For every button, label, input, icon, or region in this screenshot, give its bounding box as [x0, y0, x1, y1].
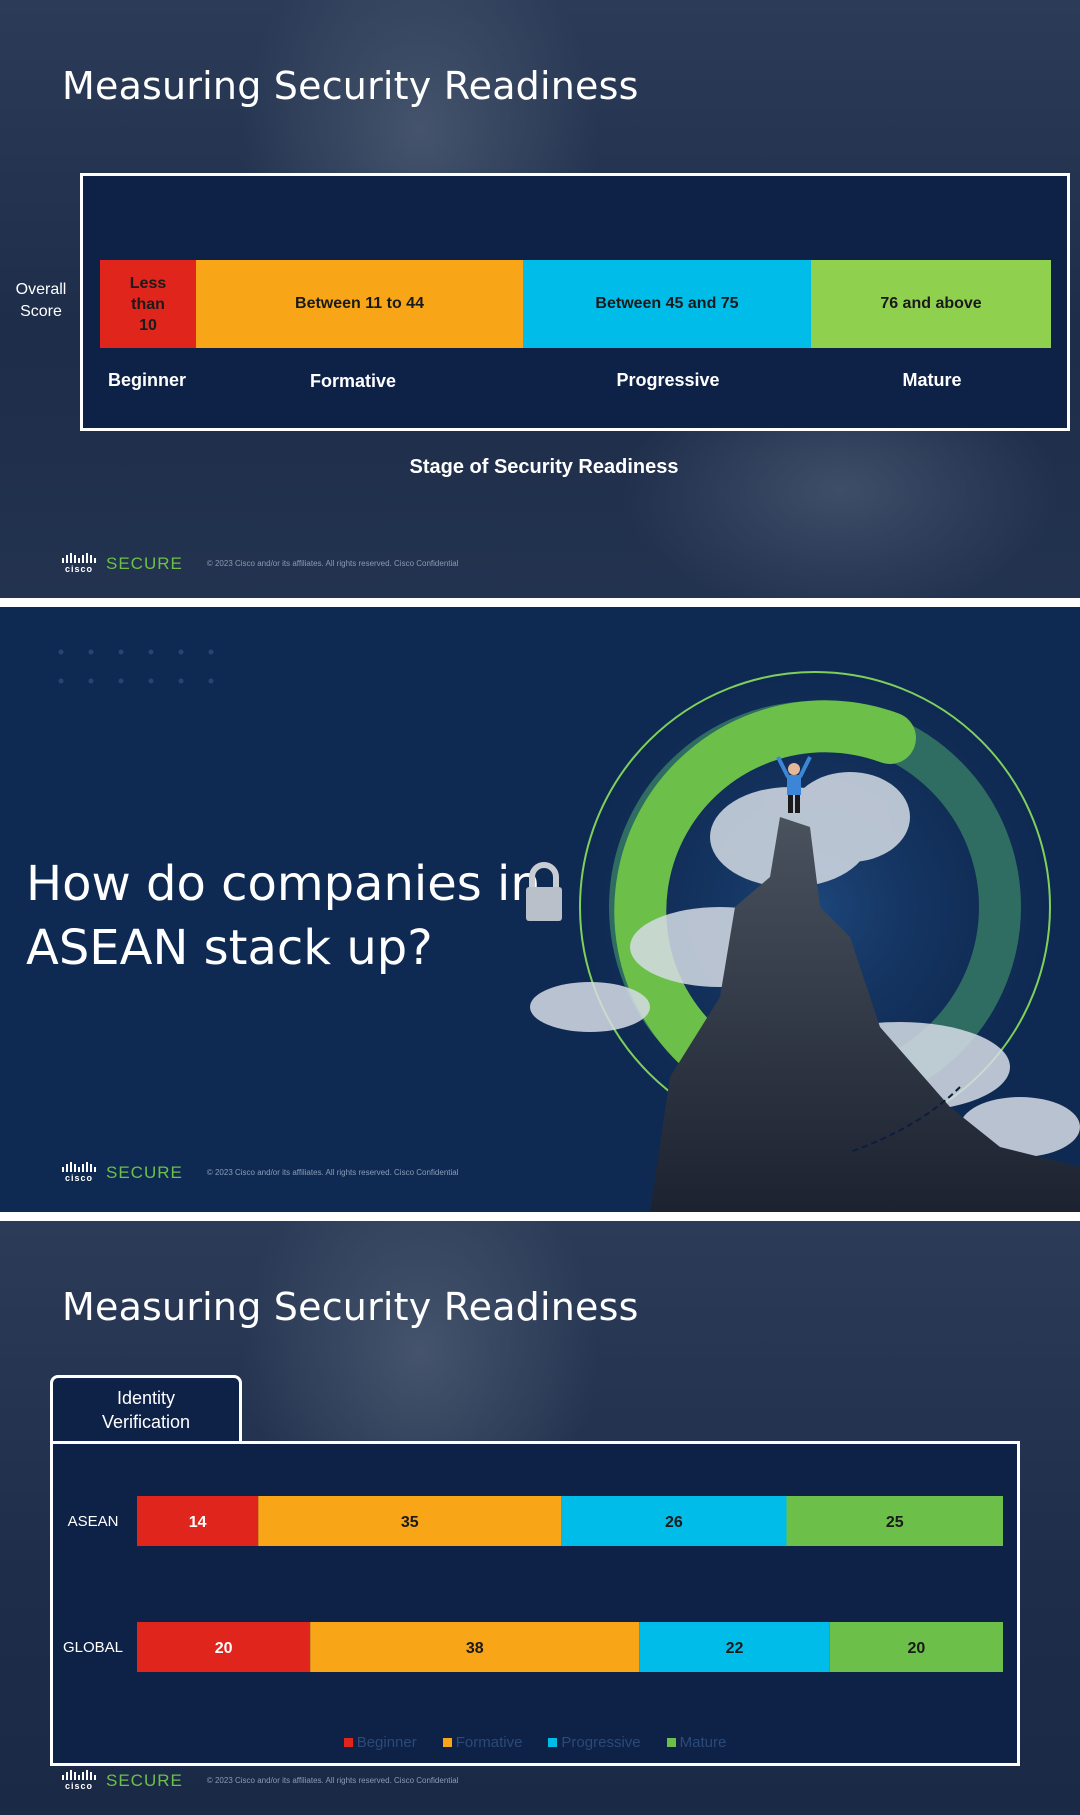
bar-value-label: 14	[189, 1514, 207, 1531]
legend-swatch	[442, 1738, 452, 1747]
cisco-bars-icon	[62, 553, 96, 563]
slide-security-readiness-scale: Measuring Security Readiness Overall Sco…	[0, 0, 1080, 598]
slide-title: Measuring Security Readiness	[62, 64, 639, 108]
segment-mature: 76 and above	[811, 260, 1051, 348]
stage-label-mature: Mature	[902, 370, 962, 390]
slide-footer: cisco SECURE © 2023 Cisco and/or its aff…	[62, 553, 459, 574]
readiness-scale-panel: Less than 10 Between 11 to 44 Between 45…	[80, 173, 1070, 431]
category-tab: Identity Verification	[50, 1375, 242, 1441]
secure-wordmark: SECURE	[106, 553, 183, 573]
legend-item-progressive: Progressive	[548, 1734, 641, 1751]
stage-label-formative: Formative	[309, 371, 397, 391]
segment-progressive: Between 45 and 75	[523, 260, 811, 348]
slide-headline: How do companies in ASEAN stack up?	[26, 856, 541, 976]
padlock-icon	[526, 862, 562, 921]
secure-wordmark: SECURE	[106, 1162, 183, 1182]
legend-item-mature: Mature	[666, 1734, 726, 1751]
bar-value-label: 22	[726, 1640, 744, 1657]
slide-title: Measuring Security Readiness	[62, 1285, 639, 1329]
legend-swatch	[666, 1738, 676, 1747]
bar-value-label: 20	[908, 1640, 926, 1657]
row-label-asean: ASEAN	[68, 1513, 119, 1530]
row-label-global: GLOBAL	[63, 1639, 123, 1656]
bar-value-label: 26	[665, 1514, 683, 1531]
legal-notice: © 2023 Cisco and/or its affiliates. All …	[206, 1776, 459, 1785]
segment-beginner: Less than 10	[100, 260, 196, 348]
legend-item-formative: Formative	[442, 1734, 522, 1751]
dot-grid-decoration	[58, 649, 214, 684]
stage-label-beginner: Beginner	[107, 370, 187, 390]
cisco-logo: cisco	[62, 1770, 96, 1791]
slide-footer: cisco SECURE © 2023 Cisco and/or its aff…	[62, 1770, 459, 1791]
y-axis-label: Overall Score	[15, 281, 67, 320]
segment-formative: Between 11 to 44	[196, 260, 523, 348]
legend-item-beginner: Beginner	[343, 1734, 417, 1751]
bar-value-label: 20	[215, 1640, 233, 1657]
legal-notice: © 2023 Cisco and/or its affiliates. All …	[206, 1168, 459, 1177]
cisco-logo: cisco	[62, 553, 96, 574]
stacked-bar-chart: ASEAN 14 35 26 25 GLOBAL 20 38 22 20	[63, 1496, 1003, 1672]
scale-caption: Stage of Security Readiness	[409, 456, 679, 478]
cisco-bars-icon	[62, 1770, 96, 1780]
legal-notice: © 2023 Cisco and/or its affiliates. All …	[206, 559, 459, 568]
stage-label-progressive: Progressive	[616, 370, 720, 390]
slide-asean-question: How do companies in ASEAN stack up? cisc…	[0, 607, 1080, 1212]
slide-footer: cisco SECURE © 2023 Cisco and/or its aff…	[62, 1162, 459, 1183]
legend-swatch	[343, 1738, 353, 1747]
mountain-summit-illustration	[526, 647, 1080, 1212]
slide-identity-verification: Measuring Security Readiness Identity Ve…	[0, 1221, 1080, 1815]
cisco-bars-icon	[62, 1162, 96, 1172]
bar-value-label: 38	[466, 1640, 484, 1657]
chart-panel: ASEAN 14 35 26 25 GLOBAL 20 38 22 20 Beginner For…	[50, 1441, 1020, 1766]
bar-value-label: 25	[886, 1514, 904, 1531]
chart-legend: Beginner Formative Progressive Mature	[53, 1734, 1017, 1751]
bar-value-label: 35	[401, 1514, 419, 1531]
legend-swatch	[548, 1738, 558, 1747]
secure-wordmark: SECURE	[106, 1770, 183, 1790]
cisco-logo: cisco	[62, 1162, 96, 1183]
